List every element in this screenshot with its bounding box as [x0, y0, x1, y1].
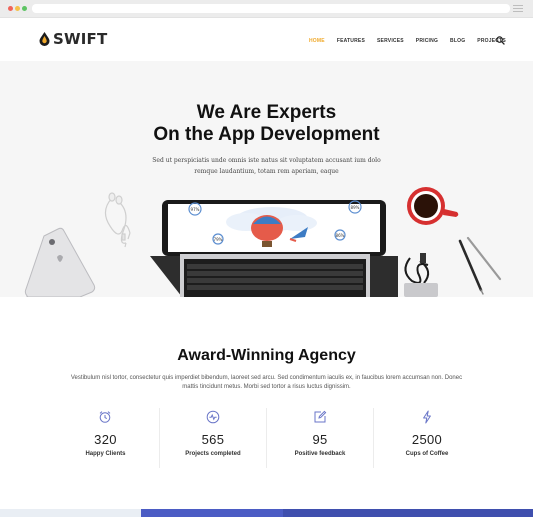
stats-row: 320 Happy Clients 565 Projects completed… — [52, 408, 480, 468]
strip-segment-dark-blue — [283, 509, 533, 517]
stat-label: Positive feedback — [294, 451, 346, 457]
agency-description-line-2: mattis tincidunt metus. Morbi sed tortor… — [182, 384, 351, 390]
search-icon[interactable] — [496, 36, 505, 45]
charger-image — [404, 253, 438, 297]
screen-badge-3: 79% — [214, 237, 223, 242]
drop-icon — [39, 32, 50, 46]
strip-segment-blue — [141, 509, 283, 517]
stat-label: Projects completed — [185, 451, 241, 457]
pens-image — [458, 236, 502, 295]
nav-item-features[interactable]: FEATURES — [337, 38, 365, 44]
activity-icon — [206, 410, 220, 424]
nav-item-home[interactable]: HOME — [309, 38, 325, 44]
hero-subtitle-line-1: Sed ut perspiciatis unde omnis iste natu… — [152, 157, 381, 164]
hero-illustration: 97% 89% 79% 86% — [24, 187, 502, 297]
hero-title-line-2: On the App Development — [153, 124, 380, 145]
browser-menu-icon[interactable] — [513, 5, 523, 13]
agency-title: Award-Winning Agency — [177, 347, 356, 364]
stat-positive-feedback: 95 Positive feedback — [265, 408, 373, 468]
alarm-clock-icon — [100, 411, 111, 423]
nav-item-blog[interactable]: BLOG — [450, 38, 465, 44]
stat-value: 320 — [94, 432, 117, 447]
stat-value: 565 — [201, 432, 225, 447]
phone-image — [24, 227, 96, 297]
earphones-image — [104, 192, 131, 248]
stat-projects-completed: 565 Projects completed — [158, 408, 266, 468]
stat-value: 95 — [312, 432, 328, 447]
laptop-image: 97% 89% 79% 86% — [150, 200, 398, 297]
screen-badge-2: 89% — [351, 205, 360, 210]
hero-subtitle-line-2: remque laudantium, totam rem aperiam, ea… — [194, 168, 339, 175]
minimize-window-dot[interactable] — [15, 6, 20, 11]
stat-label: Cups of Coffee — [405, 451, 449, 457]
screen-badge-1: 97% — [191, 207, 200, 212]
edit-icon — [314, 410, 327, 423]
stat-cups-of-coffee: 2500 Cups of Coffee — [372, 408, 480, 468]
screen-badge-4: 86% — [336, 233, 345, 238]
strip-segment-light — [0, 509, 141, 517]
main-nav: HOME FEATURES SERVICES PRICING BLOG PROJ… — [309, 38, 518, 44]
maximize-window-dot[interactable] — [22, 6, 27, 11]
stat-happy-clients: 320 Happy Clients — [52, 408, 159, 468]
stat-value: 2500 — [411, 432, 443, 447]
browser-toolbar — [0, 0, 533, 18]
address-bar[interactable] — [32, 4, 510, 13]
stat-label: Happy Clients — [85, 451, 126, 457]
nav-item-services[interactable]: SERVICES — [377, 38, 404, 44]
close-window-dot[interactable] — [8, 6, 13, 11]
brand-name: SWIFT — [53, 30, 108, 48]
hero-title-line-1: We Are Experts — [196, 102, 337, 123]
logo[interactable]: SWIFT — [39, 30, 107, 48]
coffee-cup-image — [407, 187, 459, 225]
next-section-strip — [0, 509, 533, 517]
hero-section: 97% 89% 79% 86% We Are Experts On the Ap… — [0, 61, 533, 297]
nav-item-pricing[interactable]: PRICING — [416, 38, 438, 44]
site-header: SWIFT HOME FEATURES SERVICES PRICING BLO… — [0, 18, 533, 61]
lightning-icon — [423, 410, 431, 424]
